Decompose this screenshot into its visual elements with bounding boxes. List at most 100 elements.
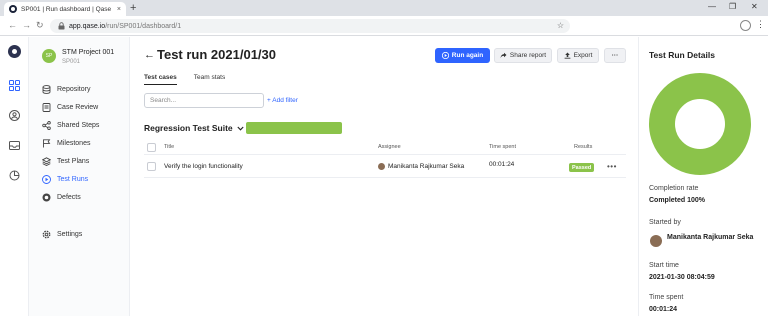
close-tab-icon[interactable]: ×	[117, 6, 121, 13]
page-title: Test run 2021/01/30	[157, 47, 276, 62]
bug-icon	[42, 193, 51, 201]
inbox-icon[interactable]	[9, 140, 20, 151]
run-again-label: Run again	[451, 52, 484, 59]
review-icon	[42, 102, 51, 112]
completion-rate-label: Completion rate	[649, 185, 699, 192]
play-icon	[441, 52, 449, 59]
browser-profile-icon[interactable]	[740, 20, 751, 31]
completion-donut-chart	[649, 73, 751, 175]
assignee-avatar	[378, 163, 385, 170]
search-input[interactable]	[144, 93, 264, 108]
back-nav-icon[interactable]: ←	[8, 20, 17, 30]
sidebar-item-label: Test Plans	[57, 157, 90, 165]
browser-toolbar: ← → ↻ app.qase.io/run/SP001/dashboard/1 …	[0, 16, 768, 36]
qase-favicon-icon	[9, 5, 17, 13]
suite-name: Regression Test Suite	[144, 123, 233, 133]
select-all-checkbox[interactable]	[147, 143, 156, 152]
browser-tab[interactable]: SP001 | Run dashboard | Qase ×	[4, 2, 126, 16]
run-details-panel: Test Run Details Completion rate Complet…	[638, 37, 768, 316]
started-by-avatar	[650, 235, 662, 247]
browser-titlebar: SP001 | Run dashboard | Qase × + — ❐ ✕	[0, 0, 768, 16]
new-tab-icon[interactable]: +	[130, 2, 136, 14]
sidebar-item-shared-steps[interactable]: Shared Steps	[42, 119, 99, 131]
main-content: ← Test run 2021/01/30 Run again Share re…	[130, 37, 628, 316]
chevron-down-icon[interactable]	[237, 126, 244, 131]
export-button[interactable]: Export	[557, 48, 599, 63]
case-title[interactable]: Verify the login functionality	[164, 163, 243, 170]
bookmark-star-icon[interactable]: ☆	[557, 21, 564, 30]
sidebar-item-case-review[interactable]: Case Review	[42, 101, 98, 113]
row-more-icon[interactable]: •••	[607, 162, 617, 171]
status-badge: Passed	[569, 163, 595, 172]
export-label: Export	[573, 52, 593, 59]
sidebar-item-label: Repository	[57, 85, 91, 93]
sidebar-item-label: Shared Steps	[57, 121, 100, 129]
completion-donut-ring	[649, 73, 751, 175]
share-icon	[42, 120, 51, 130]
sidebar-item-repository[interactable]: Repository	[42, 83, 90, 95]
time-spent: 00:01:24	[489, 161, 515, 168]
column-header-results: Results	[574, 144, 593, 150]
add-filter-link[interactable]: + Add filter	[267, 97, 298, 104]
user-icon[interactable]	[9, 110, 20, 121]
time-spent-label: Time spent	[649, 294, 684, 301]
assignee: Manikanta Rajkumar Seka	[378, 163, 464, 170]
project-code: SP001	[62, 59, 81, 65]
gear-icon	[42, 230, 51, 238]
sidebar-item-test-runs[interactable]: Test Runs	[42, 173, 88, 185]
projects-grid-icon[interactable]	[9, 80, 20, 91]
reports-chart-icon[interactable]	[9, 170, 20, 181]
play-circle-icon	[42, 174, 51, 184]
sidebar-item-defects[interactable]: Defects	[42, 191, 81, 203]
sidebar-item-label: Milestones	[57, 139, 91, 147]
app-rail	[0, 37, 29, 316]
milestone-icon	[43, 138, 51, 147]
layers-icon	[42, 156, 51, 166]
row-checkbox[interactable]	[147, 162, 156, 171]
suite-title[interactable]: Regression Test Suite	[144, 123, 244, 133]
lock-icon	[58, 22, 65, 30]
started-by-value: Manikanta Rajkumar Seka	[667, 234, 754, 241]
sidebar-item-label: Settings	[57, 230, 83, 238]
url-host: app.qase.io	[69, 22, 106, 30]
started-by-label: Started by	[649, 219, 681, 226]
assignee-name: Manikanta Rajkumar Seka	[388, 163, 465, 171]
close-window-icon[interactable]: ✕	[751, 2, 758, 11]
forward-nav-icon[interactable]: →	[22, 20, 31, 30]
content-tabs: Test cases Team stats	[144, 74, 225, 85]
start-time-value: 2021-01-30 08:04:59	[649, 274, 715, 281]
share-report-label: Share report	[509, 52, 547, 59]
database-icon	[42, 84, 51, 94]
details-title: Test Run Details	[649, 50, 715, 60]
sidebar-item-test-plans[interactable]: Test Plans	[42, 155, 89, 167]
sidebar-item-label: Case Review	[57, 103, 99, 111]
share-arrow-icon	[500, 52, 507, 59]
sidebar-item-label: Test Runs	[57, 175, 89, 183]
reload-icon[interactable]: ↻	[36, 20, 44, 31]
restore-window-icon[interactable]: ❐	[729, 2, 736, 11]
qase-logo-icon[interactable]	[8, 45, 21, 58]
browser-tab-title: SP001 | Run dashboard | Qase	[21, 5, 112, 13]
project-sidebar: SP STM Project 001 SP001 Repository Case…	[29, 37, 130, 316]
tab-team-stats[interactable]: Team stats	[194, 74, 225, 85]
share-report-button[interactable]: Share report	[494, 48, 552, 63]
project-avatar[interactable]: SP	[42, 49, 56, 63]
table-row[interactable]: Verify the login functionality Manikanta…	[144, 156, 626, 178]
completion-rate-value: Completed 100%	[649, 197, 706, 204]
address-bar[interactable]: app.qase.io/run/SP001/dashboard/1 ☆	[50, 19, 570, 33]
browser-menu-icon[interactable]: ⋮	[756, 19, 765, 30]
tab-test-cases[interactable]: Test cases	[144, 74, 177, 85]
column-header-assignee: Assignee	[378, 144, 401, 150]
sidebar-item-settings[interactable]: Settings	[42, 228, 82, 240]
time-spent-value: 00:01:24	[649, 306, 678, 313]
sidebar-item-milestones[interactable]: Milestones	[42, 137, 90, 149]
more-options-button[interactable]: ···	[604, 48, 626, 63]
back-arrow-icon[interactable]: ←	[144, 49, 155, 61]
run-again-button[interactable]: Run again	[435, 48, 490, 63]
table-header: Title Assignee Time spent Results	[144, 140, 626, 155]
minimize-window-icon[interactable]: —	[708, 2, 716, 11]
upload-icon	[564, 52, 570, 59]
start-time-label: Start time	[649, 262, 679, 269]
column-header-time-spent: Time spent	[489, 144, 517, 150]
project-name[interactable]: STM Project 001	[62, 49, 114, 56]
